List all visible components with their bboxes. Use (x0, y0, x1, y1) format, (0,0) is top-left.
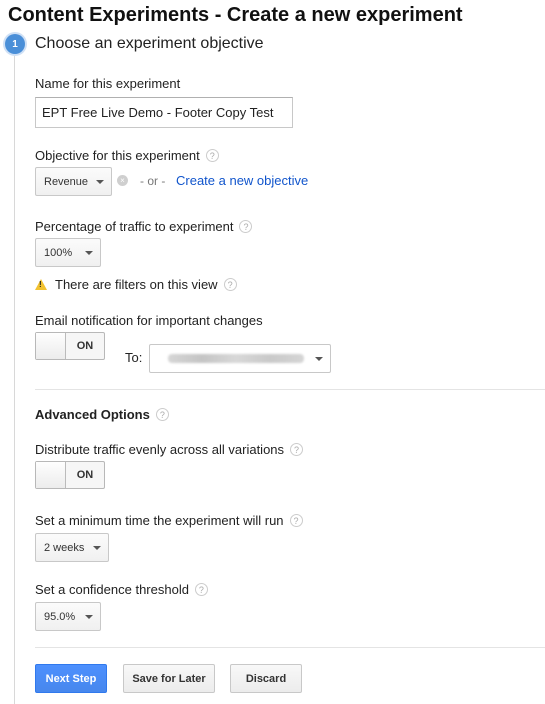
clear-icon[interactable]: × (117, 175, 128, 186)
section-divider (35, 647, 545, 648)
email-notification-toggle[interactable]: ON (35, 332, 105, 360)
filter-warning: ! There are filters on this view ? (35, 277, 237, 292)
min-time-label-text: Set a minimum time the experiment will r… (35, 513, 284, 528)
to-label: To: (125, 350, 143, 365)
chevron-down-icon (93, 545, 101, 550)
help-icon[interactable]: ? (194, 583, 208, 596)
traffic-selected: 100% (44, 246, 73, 259)
min-time-label: Set a minimum time the experiment will r… (35, 513, 303, 528)
section-divider (35, 389, 545, 390)
traffic-dropdown[interactable]: 100% (35, 238, 101, 267)
step-number-badge: 1 (5, 34, 25, 54)
experiment-name-input[interactable]: EPT Free Live Demo - Footer Copy Test (35, 97, 293, 128)
chevron-down-icon (85, 614, 93, 619)
objective-dropdown[interactable]: Revenue (35, 167, 112, 196)
advanced-heading-text: Advanced Options (35, 407, 150, 422)
chevron-down-icon (315, 356, 323, 361)
confidence-label-text: Set a confidence threshold (35, 582, 189, 597)
discard-button[interactable]: Discard (230, 664, 302, 693)
distribute-label: Distribute traffic evenly across all var… (35, 442, 304, 457)
objective-label: Objective for this experiment ? (35, 148, 219, 163)
traffic-label: Percentage of traffic to experiment ? (35, 219, 253, 234)
distribute-traffic-toggle[interactable]: ON (35, 461, 105, 489)
page-title: Content Experiments - Create a new exper… (8, 4, 463, 26)
warning-icon: ! (35, 279, 47, 290)
min-time-dropdown[interactable]: 2 weeks (35, 533, 109, 562)
chevron-down-icon (85, 250, 93, 255)
traffic-label-text: Percentage of traffic to experiment (35, 219, 234, 234)
step-title: Choose an experiment objective (35, 35, 264, 52)
or-separator: - or - (140, 174, 166, 188)
min-time-selected: 2 weeks (44, 541, 85, 554)
help-icon[interactable]: ? (205, 149, 219, 162)
chevron-down-icon (96, 179, 104, 184)
help-icon[interactable]: ? (155, 408, 169, 421)
name-label-text: Name for this experiment (35, 76, 181, 91)
help-icon[interactable]: ? (289, 514, 303, 527)
save-for-later-button[interactable]: Save for Later (123, 664, 215, 693)
step-connector-line (14, 44, 15, 704)
confidence-dropdown[interactable]: 95.0% (35, 602, 101, 631)
create-objective-link[interactable]: Create a new objective (176, 173, 308, 188)
email-label-text: Email notification for important changes (35, 313, 263, 328)
next-step-button[interactable]: Next Step (35, 664, 107, 693)
objective-label-text: Objective for this experiment (35, 148, 200, 163)
help-icon[interactable]: ? (290, 443, 304, 456)
help-icon[interactable]: ? (239, 220, 253, 233)
distribute-label-text: Distribute traffic evenly across all var… (35, 442, 285, 457)
confidence-label: Set a confidence threshold ? (35, 582, 208, 597)
toggle-state: ON (76, 469, 94, 481)
toggle-state: ON (76, 340, 94, 352)
advanced-options-heading: Advanced Options ? (35, 407, 169, 422)
filter-warning-text: There are filters on this view (55, 277, 218, 292)
toggle-knob (36, 333, 66, 359)
redacted-email (168, 354, 304, 363)
warning-glyph: ! (39, 280, 42, 289)
confidence-selected: 95.0% (44, 610, 76, 623)
objective-selected: Revenue (44, 175, 89, 188)
email-recipient-dropdown[interactable] (149, 344, 331, 373)
toggle-knob (36, 462, 66, 488)
help-icon[interactable]: ? (223, 278, 237, 291)
email-label: Email notification for important changes (35, 313, 263, 328)
name-label: Name for this experiment (35, 76, 180, 91)
